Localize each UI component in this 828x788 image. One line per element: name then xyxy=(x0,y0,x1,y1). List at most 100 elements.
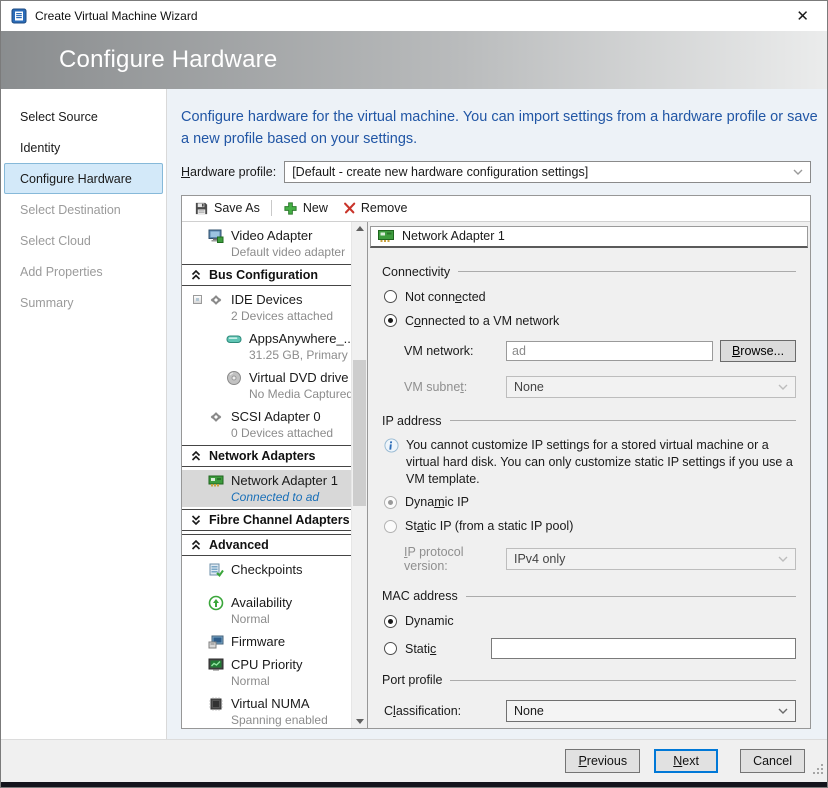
radio-button[interactable] xyxy=(384,290,397,303)
wizard-banner: Configure Hardware xyxy=(1,31,827,89)
tree-item-firmware[interactable]: Firmware xyxy=(186,631,350,652)
dvd-disc-icon xyxy=(226,370,242,386)
chevron-down-icon xyxy=(793,169,803,175)
close-icon[interactable]: ✕ xyxy=(788,7,817,26)
ip-protocol-label: IP protocol version: xyxy=(404,545,506,573)
hardware-profile-select[interactable]: [Default - create new hardware configura… xyxy=(284,161,811,183)
new-button[interactable]: New xyxy=(277,199,334,218)
group-ip-address: IP address xyxy=(382,414,796,428)
sidebar-item-summary: Summary xyxy=(4,287,163,318)
vm-subnet-row: VM subnet: None xyxy=(404,376,796,398)
sidebar-item-identity[interactable]: Identity xyxy=(4,132,163,163)
scroll-up-icon[interactable] xyxy=(352,222,368,238)
vm-subnet-select: None xyxy=(506,376,796,398)
radio-dynamic-ip: Dynamic IP xyxy=(382,495,796,509)
hardware-profile-row: Hardware profile: [Default - create new … xyxy=(181,161,811,183)
details-title: Network Adapter 1 xyxy=(402,229,505,243)
radio-button xyxy=(384,496,397,509)
tree-item-appsanywhere-disk[interactable]: AppsAnywhere_... 31.25 GB, Primary xyxy=(186,328,350,365)
tree-item-scsi-adapter-0[interactable]: SCSI Adapter 0 0 Devices attached xyxy=(186,406,350,443)
page-description: Configure hardware for the virtual machi… xyxy=(181,107,825,151)
radio-button[interactable] xyxy=(384,615,397,628)
tree-section-fibre-channel-adapters[interactable]: Fibre Channel Adapters xyxy=(182,509,367,531)
scrollbar-thumb[interactable] xyxy=(353,360,366,506)
tree-item-virtual-dvd-drive[interactable]: Virtual DVD drive No Media Captured xyxy=(186,367,350,404)
wizard-footer: Previous Next Cancel xyxy=(1,739,827,782)
mac-static-input[interactable] xyxy=(491,638,796,659)
vm-network-label: VM network: xyxy=(404,344,506,358)
ip-protocol-select: IPv4 only xyxy=(506,548,796,570)
browse-button[interactable]: Browse... xyxy=(720,340,796,362)
save-icon xyxy=(194,201,209,216)
collapse-section-icon xyxy=(191,451,201,461)
hardware-profile-value: [Default - create new hardware configura… xyxy=(292,165,588,179)
adapter-details-panel: Network Adapter 1 Connectivity Not conne… xyxy=(368,222,810,729)
tree-item-cpu-priority[interactable]: CPU Priority Normal xyxy=(186,654,350,691)
cancel-button[interactable]: Cancel xyxy=(740,749,805,773)
network-adapter-icon xyxy=(378,230,394,242)
radio-not-connected[interactable]: Not connected xyxy=(382,290,796,304)
hard-disk-icon xyxy=(226,331,242,347)
sidebar-item-configure-hardware[interactable]: Configure Hardware xyxy=(4,163,163,194)
tree-section-network-adapters[interactable]: Network Adapters xyxy=(182,445,367,467)
vm-network-input[interactable] xyxy=(506,341,713,361)
chevron-down-icon xyxy=(778,384,788,390)
radio-button[interactable] xyxy=(384,314,397,327)
bus-devices-icon xyxy=(208,292,224,308)
radio-mac-static[interactable]: Static xyxy=(382,638,796,659)
window-bottom-edge xyxy=(1,782,827,787)
vm-network-row: VM network: Browse... xyxy=(404,340,796,362)
ip-info-row: You cannot customize IP settings for a s… xyxy=(384,437,796,489)
wizard-app-icon xyxy=(11,8,27,24)
tree-section-bus-configuration[interactable]: Bus Configuration xyxy=(182,264,367,286)
tree-item-availability[interactable]: Availability Normal xyxy=(186,592,350,629)
group-connectivity: Connectivity xyxy=(382,265,796,279)
expand-section-icon xyxy=(191,515,201,525)
red-x-icon xyxy=(342,201,356,215)
hardware-profile-label: Hardware profile: xyxy=(181,165,276,179)
hardware-tree: Video Adapter Default video adapter Bus … xyxy=(182,222,368,729)
chevron-down-icon xyxy=(778,708,788,714)
tree-item-virtual-numa[interactable]: Virtual NUMA Spanning enabled xyxy=(186,693,350,729)
radio-connected-vm-network[interactable]: Connected to a VM network xyxy=(382,314,796,328)
chevron-down-icon xyxy=(778,556,788,562)
save-as-button[interactable]: Save As xyxy=(188,199,266,218)
radio-mac-dynamic[interactable]: Dynamic xyxy=(382,614,796,628)
info-icon xyxy=(384,438,399,453)
bus-devices-icon xyxy=(208,409,224,425)
next-button[interactable]: Next xyxy=(654,749,718,773)
tree-item-video-adapter[interactable]: Video Adapter Default video adapter xyxy=(186,225,350,262)
tree-item-checkpoints[interactable]: Checkpoints xyxy=(186,559,350,580)
video-adapter-icon xyxy=(208,228,224,244)
title-bar: Create Virtual Machine Wizard ✕ xyxy=(1,1,827,31)
checkpoints-icon xyxy=(208,562,224,578)
collapse-section-icon xyxy=(191,270,201,280)
resize-grip[interactable] xyxy=(811,762,823,774)
sidebar-item-select-destination: Select Destination xyxy=(4,194,163,225)
details-header: Network Adapter 1 xyxy=(370,226,808,248)
tree-item-ide-devices[interactable]: IDE Devices 2 Devices attached xyxy=(186,289,350,326)
previous-button[interactable]: Previous xyxy=(565,749,640,773)
sidebar-item-add-properties: Add Properties xyxy=(4,256,163,287)
scroll-down-icon[interactable] xyxy=(352,712,368,728)
collapse-section-icon xyxy=(191,540,201,550)
tree-section-advanced[interactable]: Advanced xyxy=(182,534,367,556)
radio-button[interactable] xyxy=(384,642,397,655)
remove-button[interactable]: Remove xyxy=(336,199,414,217)
main-content: Configure hardware for the virtual machi… xyxy=(167,89,827,739)
sidebar-item-select-cloud: Select Cloud xyxy=(4,225,163,256)
radio-static-ip: Static IP (from a static IP pool) xyxy=(382,519,796,533)
numa-chip-icon xyxy=(208,696,224,712)
classification-select[interactable]: None xyxy=(506,700,796,722)
create-vm-wizard-window: Create Virtual Machine Wizard ✕ Configur… xyxy=(0,0,828,788)
ip-protocol-row: IP protocol version: IPv4 only xyxy=(404,545,796,573)
toolbar-separator xyxy=(271,200,272,216)
sidebar-item-select-source[interactable]: Select Source xyxy=(4,101,163,132)
tree-expander-icon[interactable] xyxy=(193,295,202,304)
tree-scrollbar[interactable] xyxy=(351,222,367,729)
classification-label: Classification: xyxy=(384,704,506,718)
tree-item-network-adapter-1[interactable]: Network Adapter 1 Connected to ad xyxy=(182,470,367,507)
radio-button xyxy=(384,520,397,533)
network-adapter-icon xyxy=(208,473,224,489)
ip-info-text: You cannot customize IP settings for a s… xyxy=(406,437,796,489)
